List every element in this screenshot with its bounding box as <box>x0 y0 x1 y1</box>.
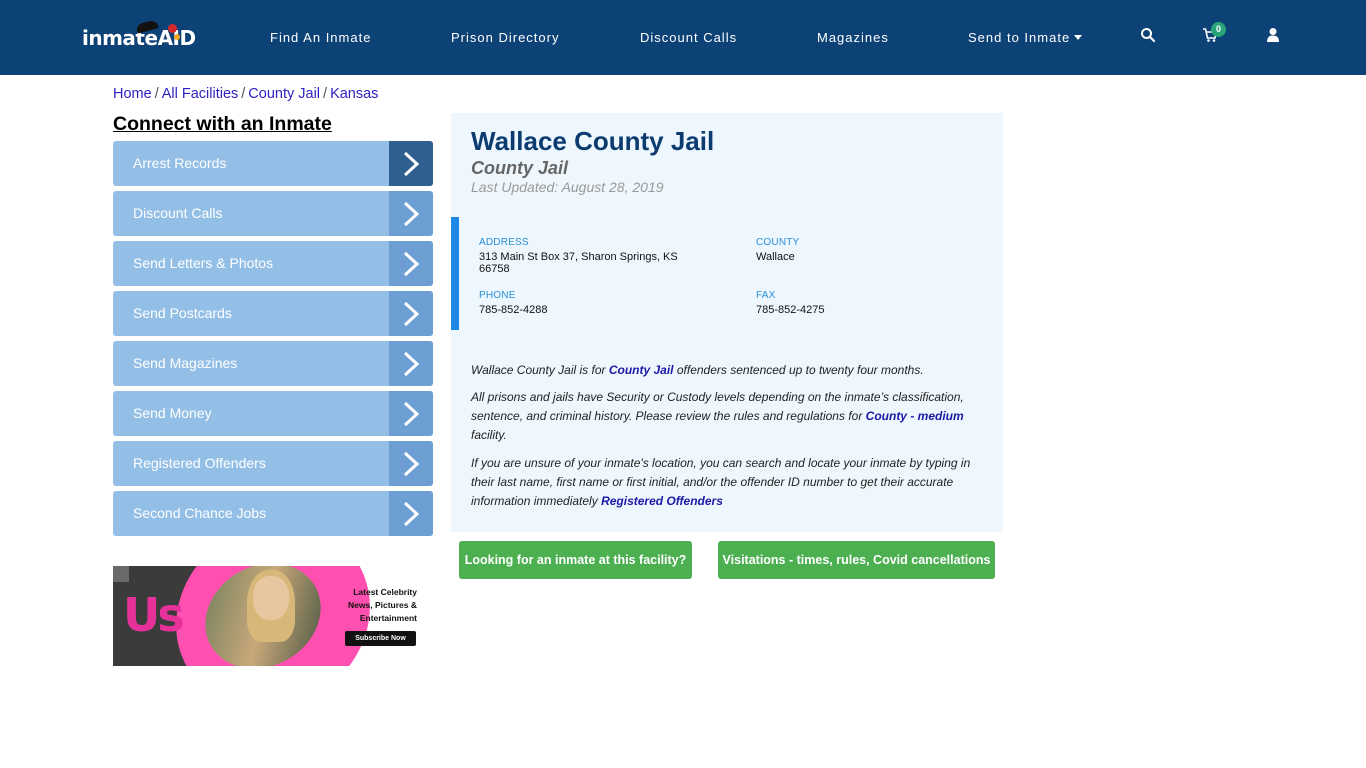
address-line-1: 313 Main St Box 37, Sharon Springs, KS <box>479 251 678 263</box>
phone-field: PHONE 785-852-4288 <box>479 290 548 316</box>
chevron-right-icon <box>389 241 433 286</box>
description-paragraph-1: Wallace County Jail is for County Jail o… <box>471 361 976 380</box>
top-navbar: inmateAID Find An Inmate Prison Director… <box>0 0 1366 75</box>
logo[interactable]: inmateAID <box>82 19 196 56</box>
sidebar-item-send-letters-photos[interactable]: Send Letters & Photos <box>113 241 433 286</box>
chevron-right-icon <box>389 441 433 486</box>
sidebar-item-label: Registered Offenders <box>133 455 266 471</box>
sidebar-menu: Arrest Records Discount Calls Send Lette… <box>113 141 433 541</box>
phone-label: PHONE <box>479 290 516 301</box>
breadcrumb-kansas[interactable]: Kansas <box>330 86 378 102</box>
sidebar-title: Connect with an Inmate <box>113 113 332 135</box>
facility-title: Wallace County Jail <box>471 126 715 156</box>
fax-label: FAX <box>756 290 776 301</box>
facility-info-panel: Wallace County Jail County Jail Last Upd… <box>451 113 1003 532</box>
ad-banner[interactable]: Us Latest Celebrity News, Pictures & Ent… <box>113 566 433 666</box>
chevron-right-icon <box>389 491 433 536</box>
ad-copy-line: News, Pictures & <box>348 600 417 610</box>
chevron-right-icon <box>389 291 433 336</box>
county-field: COUNTY Wallace <box>756 237 799 263</box>
county-jail-link[interactable]: County Jail <box>609 363 674 377</box>
last-updated: Last Updated: August 28, 2019 <box>471 179 664 195</box>
sidebar-item-label: Discount Calls <box>133 205 223 221</box>
logo-decoration-icon <box>168 24 177 33</box>
breadcrumb-separator: / <box>323 86 328 102</box>
address-value: 313 Main St Box 37, Sharon Springs, KS 6… <box>479 251 709 275</box>
chevron-right-icon <box>389 341 433 386</box>
ad-copy: Latest Celebrity News, Pictures & Entert… <box>341 586 417 625</box>
visitations-button[interactable]: Visitations - times, rules, Covid cancel… <box>718 541 995 579</box>
chevron-right-icon <box>389 141 433 186</box>
facility-type: County Jail <box>471 158 569 178</box>
description-paragraph-3: If you are unsure of your inmate's locat… <box>471 454 976 511</box>
sidebar-item-label: Arrest Records <box>133 155 227 171</box>
ad-copy-line: Latest Celebrity <box>353 587 417 597</box>
sidebar-item-second-chance-jobs[interactable]: Second Chance Jobs <box>113 491 433 536</box>
ad-copy-line: Entertainment <box>359 613 417 623</box>
county-label: COUNTY <box>756 237 800 248</box>
county-value: Wallace <box>756 251 795 263</box>
address-field: ADDRESS 313 Main St Box 37, Sharon Sprin… <box>479 237 709 275</box>
breadcrumb: Home / All Facilities / County Jail / Kansas <box>113 86 378 102</box>
sidebar-item-registered-offenders[interactable]: Registered Offenders <box>113 441 433 486</box>
address-label: ADDRESS <box>479 237 529 248</box>
security-level-link[interactable]: County - medium <box>866 409 964 423</box>
ad-corner-mark <box>113 566 129 582</box>
address-line-2: 66758 <box>479 263 510 275</box>
logo-decoration-icon <box>174 34 180 40</box>
sidebar-item-send-postcards[interactable]: Send Postcards <box>113 291 433 336</box>
ad-subscribe-button[interactable]: Subscribe Now <box>345 631 416 646</box>
breadcrumb-separator: / <box>154 86 159 102</box>
sidebar-item-send-money[interactable]: Send Money <box>113 391 433 436</box>
nav-prison-directory[interactable]: Prison Directory <box>451 30 559 45</box>
sidebar-item-label: Send Magazines <box>133 355 238 371</box>
fax-field: FAX 785-852-4275 <box>756 290 825 316</box>
nav-discount-calls[interactable]: Discount Calls <box>640 30 737 45</box>
description-text: Wallace County Jail is for <box>471 363 609 377</box>
cart-count-badge: 0 <box>1211 22 1226 37</box>
sidebar-item-label: Send Money <box>133 405 212 421</box>
sidebar-item-arrest-records[interactable]: Arrest Records <box>113 141 433 186</box>
sidebar-item-label: Send Letters & Photos <box>133 255 274 271</box>
caret-down-icon <box>1074 35 1083 40</box>
nav-magazines[interactable]: Magazines <box>817 30 889 45</box>
phone-value: 785-852-4288 <box>479 304 548 316</box>
breadcrumb-county-jail[interactable]: County Jail <box>248 86 320 102</box>
description-paragraph-2: All prisons and jails have Security or C… <box>471 388 976 445</box>
nav-find-an-inmate[interactable]: Find An Inmate <box>270 30 371 45</box>
chevron-right-icon <box>389 191 433 236</box>
nav-send-to-inmate[interactable]: Send to Inmate <box>968 30 1083 45</box>
registered-offenders-link[interactable]: Registered Offenders <box>601 494 723 508</box>
facility-details: ADDRESS 313 Main St Box 37, Sharon Sprin… <box>451 217 1003 330</box>
sidebar-item-label: Second Chance Jobs <box>133 505 267 521</box>
chevron-right-icon <box>389 391 433 436</box>
fax-value: 785-852-4275 <box>756 304 825 316</box>
ad-brand-logo: Us <box>123 588 185 642</box>
breadcrumb-home[interactable]: Home <box>113 86 152 102</box>
description-text: offenders sentenced up to twenty four mo… <box>673 363 924 377</box>
search-icon[interactable] <box>1140 27 1158 45</box>
description-text: facility. <box>471 428 507 442</box>
breadcrumb-separator: / <box>241 86 246 102</box>
find-inmate-button[interactable]: Looking for an inmate at this facility? <box>459 541 692 579</box>
user-icon[interactable] <box>1265 27 1283 45</box>
sidebar-item-discount-calls[interactable]: Discount Calls <box>113 191 433 236</box>
sidebar-item-send-magazines[interactable]: Send Magazines <box>113 341 433 386</box>
breadcrumb-all-facilities[interactable]: All Facilities <box>162 86 239 102</box>
ad-photo-face <box>253 576 289 620</box>
nav-send-to-inmate-label: Send to Inmate <box>968 30 1071 45</box>
accent-bar <box>451 217 459 330</box>
sidebar-item-label: Send Postcards <box>133 305 232 321</box>
